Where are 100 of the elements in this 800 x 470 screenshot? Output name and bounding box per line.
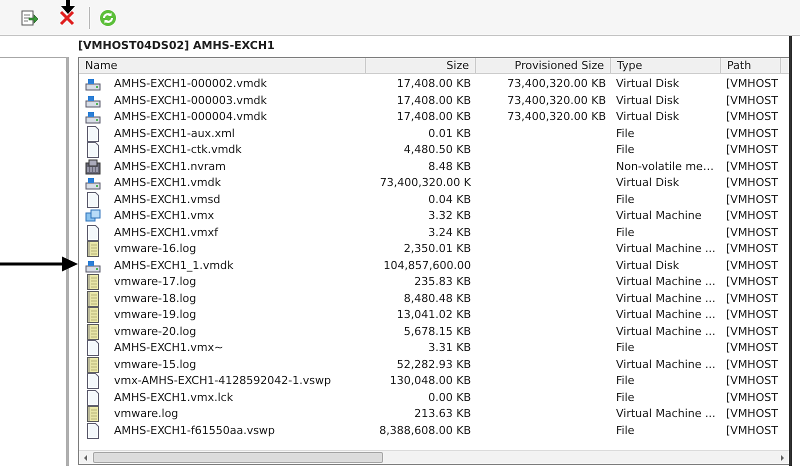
file-name: AMHS-EXCH1.vmsd <box>114 192 220 208</box>
file-icon <box>86 373 100 390</box>
notepad-icon <box>86 406 100 422</box>
file-name: AMHS-EXCH1-000002.vmdk <box>114 76 267 92</box>
table-cell: [VMHOST <box>726 242 778 255</box>
file-row[interactable]: AMHS-EXCH1.vmsd 0.04 KB File [VMHOST <box>79 192 789 208</box>
horizontal-scrollbar[interactable] <box>79 450 789 464</box>
column-header[interactable]: Size <box>366 58 476 73</box>
file-row[interactable]: vmware-20.log 5,678.15 KB Virtual Machine ... [VMHOST <box>79 324 789 340</box>
file-row[interactable]: vmware-17.log 235.83 KB Virtual Machine ... [VMHOST <box>79 274 789 290</box>
file-name: AMHS-EXCH1.vmx~ <box>114 340 224 356</box>
file-row[interactable]: AMHS-EXCH1.vmxf 3.24 KB File [VMHOST <box>79 224 789 241</box>
table-cell: 0.01 KB <box>428 126 471 140</box>
file-name: AMHS-EXCH1.vmx <box>114 208 214 224</box>
export-icon[interactable] <box>20 8 38 26</box>
table-cell: [VMHOST <box>726 258 778 272</box>
file-icon <box>86 340 100 356</box>
windows-icon <box>85 208 101 224</box>
table-cell: 2,350.01 KB <box>404 242 471 255</box>
table-cell: 0.00 KB <box>428 390 471 404</box>
table-cell: 8.48 KB <box>428 160 471 172</box>
file-row[interactable]: AMHS-EXCH1-000003.vmdk 17,408.00 KB 73,400,320.00 KB Virtual Disk [VMHOST <box>79 92 789 109</box>
table-cell: File <box>616 126 634 140</box>
folder-title: [VMHOST04DS02] AMHS-EXCH1 <box>78 38 276 54</box>
column-header[interactable]: Provisioned Size <box>476 58 611 73</box>
file-row[interactable]: AMHS-EXCH1.nvram 8.48 KB Non-volatile me… [VMHOST <box>79 158 789 175</box>
file-name: AMHS-EXCH1.nvram <box>114 158 226 174</box>
table-cell: Virtual Machine ... <box>616 358 716 370</box>
table-cell: 73,400,320.00 KB <box>507 94 606 106</box>
file-name: vmware-20.log <box>114 324 196 340</box>
file-row[interactable]: AMHS-EXCH1-f61550aa.vswp 8,388,608.00 KB File [VMHOST <box>79 422 789 439</box>
table-cell: [VMHOST <box>726 94 778 106</box>
disk-icon <box>85 258 101 273</box>
table-cell: File <box>616 390 634 404</box>
table-cell: 73,400,320.00 K <box>380 176 471 189</box>
notepad-icon <box>86 274 100 290</box>
table-cell: 52,282.93 KB <box>396 358 471 370</box>
table-cell: 235.83 KB <box>414 275 471 288</box>
file-row[interactable]: AMHS-EXCH1.vmx~ 3.31 KB File [VMHOST <box>79 340 789 356</box>
file-name: vmware-19.log <box>114 307 196 323</box>
table-cell: [VMHOST <box>726 192 778 206</box>
table-cell: 213.63 KB <box>414 407 471 420</box>
file-icon <box>86 192 100 208</box>
disk-icon <box>85 77 101 92</box>
table-cell: [VMHOST <box>726 324 778 338</box>
scroll-thumb[interactable] <box>93 452 383 463</box>
table-cell: Virtual Machine ... <box>616 292 716 304</box>
table-cell: 17,408.00 KB <box>396 110 471 123</box>
table-cell: 3.24 KB <box>428 226 471 238</box>
file-row[interactable]: vmware.log 213.63 KB Virtual Machine ... [VMHOST <box>79 406 789 422</box>
notepad-icon <box>86 356 100 373</box>
table-cell: Virtual Disk <box>616 110 680 123</box>
file-row[interactable]: vmware-18.log 8,480.48 KB Virtual Machine ... [VMHOST <box>79 290 789 307</box>
file-row[interactable]: vmware-15.log 52,282.93 KB Virtual Machine ... [VMHOST <box>79 356 789 373</box>
file-row[interactable]: AMHS-EXCH1.vmdk 73,400,320.00 K Virtual Disk [VMHOST <box>79 175 789 192</box>
table-cell: 8,480.48 KB <box>404 292 471 304</box>
notepad-icon <box>86 241 100 258</box>
file-row[interactable]: vmx-AMHS-EXCH1-4128592042-1.vswp 130,048.00 KB File [VMHOST <box>79 373 789 390</box>
file-name: AMHS-EXCH1-000004.vmdk <box>114 109 267 125</box>
close-icon[interactable] <box>59 10 75 26</box>
chip-icon <box>85 158 101 175</box>
file-row[interactable]: AMHS-EXCH1.vmx 3.32 KB Virtual Machine [VMHOST <box>79 208 789 224</box>
file-row[interactable]: AMHS-EXCH1.vmx.lck 0.00 KB File [VMHOST <box>79 390 789 406</box>
table-cell: [VMHOST <box>726 209 778 222</box>
file-name: vmx-AMHS-EXCH1-4128592042-1.vswp <box>114 373 331 389</box>
table-cell: File <box>616 143 634 156</box>
file-name: AMHS-EXCH1.vmx.lck <box>114 390 234 406</box>
table-cell: Virtual Machine ... <box>616 242 716 255</box>
file-name: vmware-16.log <box>114 241 196 257</box>
file-icon <box>86 142 100 158</box>
table-cell: 3.32 KB <box>428 209 471 222</box>
table-cell: File <box>616 192 634 206</box>
table-cell: File <box>616 341 634 354</box>
file-row[interactable]: AMHS-EXCH1_1.vmdk 104,857,600.00 Virtual Disk [VMHOST <box>79 258 789 274</box>
column-header[interactable]: Type <box>611 58 721 73</box>
file-name: AMHS-EXCH1-000003.vmdk <box>114 92 267 108</box>
file-icon <box>86 390 100 406</box>
table-cell: [VMHOST <box>726 77 778 90</box>
table-cell: Virtual Disk <box>616 176 680 189</box>
table-cell: Virtual Machine ... <box>616 407 716 420</box>
file-icon <box>86 422 100 439</box>
table-cell: 13,041.02 KB <box>396 308 471 321</box>
file-name: vmware-17.log <box>114 274 196 290</box>
table-cell: Virtual Disk <box>616 77 680 90</box>
disk-icon <box>85 176 101 190</box>
table-cell: [VMHOST <box>726 176 778 189</box>
file-row[interactable]: AMHS-EXCH1-ctk.vmdk 4,480.50 KB File [VMHOST <box>79 142 789 158</box>
file-row[interactable]: AMHS-EXCH1-aux.xml 0.01 KB File [VMHOST <box>79 126 789 142</box>
table-cell: Virtual Machine ... <box>616 275 716 288</box>
annotation-arrow <box>60 0 76 14</box>
column-header[interactable]: Name <box>79 58 366 73</box>
notepad-icon <box>86 324 100 340</box>
notepad-icon <box>86 290 100 307</box>
file-row[interactable]: AMHS-EXCH1-000004.vmdk 17,408.00 KB 73,400,320.00 KB Virtual Disk [VMHOST <box>79 109 789 126</box>
file-name: AMHS-EXCH1.vmdk <box>114 175 221 191</box>
file-row[interactable]: vmware-16.log 2,350.01 KB Virtual Machine ... [VMHOST <box>79 241 789 258</box>
column-header[interactable]: Path <box>721 58 781 73</box>
file-row[interactable]: AMHS-EXCH1-000002.vmdk 17,408.00 KB 73,400,320.00 KB Virtual Disk [VMHOST <box>79 76 789 92</box>
file-row[interactable]: vmware-19.log 13,041.02 KB Virtual Machine ... [VMHOST <box>79 307 789 324</box>
table-cell: [VMHOST <box>726 390 778 404</box>
